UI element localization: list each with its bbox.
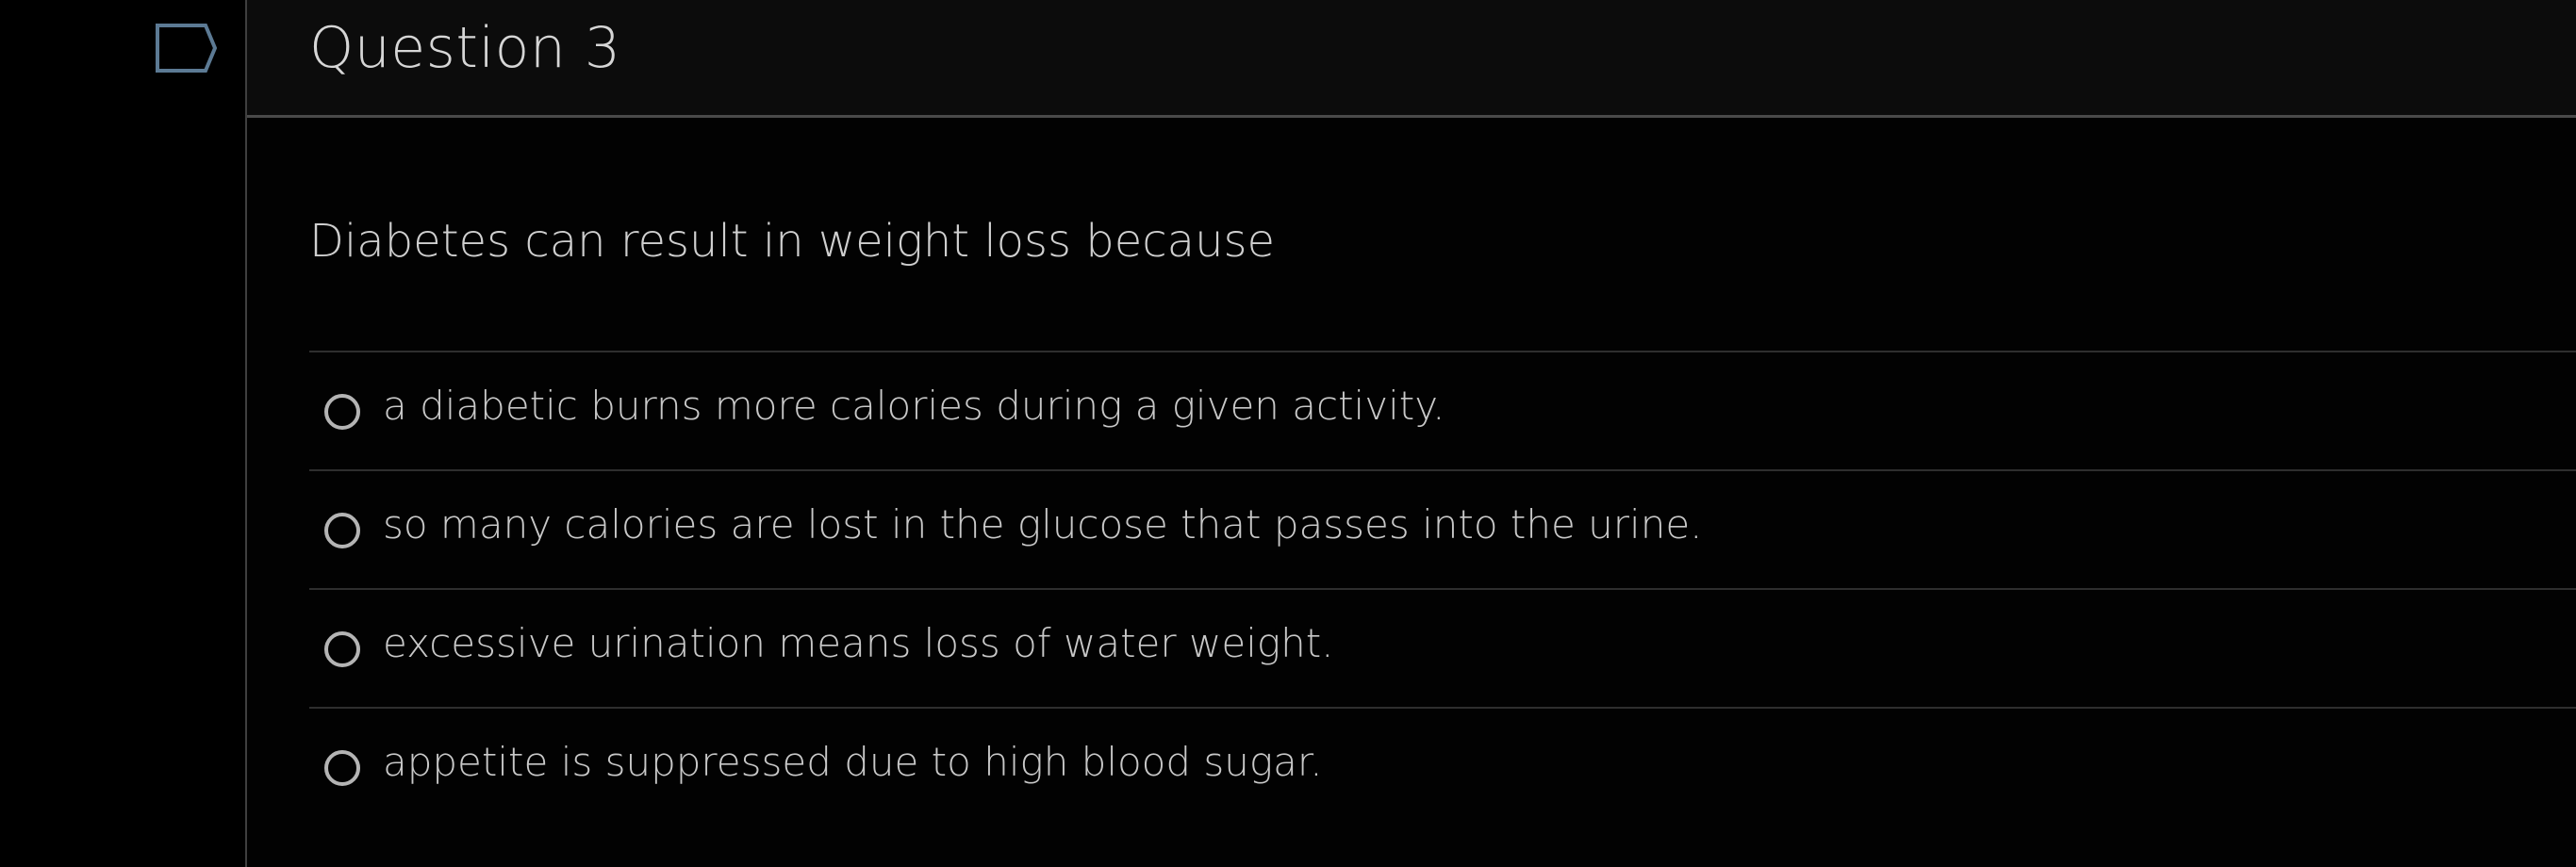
question-prompt: Diabetes can result in weight loss becau… xyxy=(309,215,1276,268)
radio-button[interactable] xyxy=(324,513,360,548)
left-gutter xyxy=(0,0,245,867)
question-title: Question 3 xyxy=(309,15,621,81)
answer-option-1[interactable]: a diabetic burns more calories during a … xyxy=(309,351,2576,469)
answer-option-2[interactable]: so many calories are lost in the glucose… xyxy=(309,469,2576,588)
answer-label: a diabetic burns more calories during a … xyxy=(383,383,1445,429)
answer-list: a diabetic burns more calories during a … xyxy=(309,351,2576,826)
question-header: Question 3 xyxy=(247,0,2576,118)
radio-button[interactable] xyxy=(324,750,360,786)
question-panel: Question 3 Diabetes can result in weight… xyxy=(245,0,2576,867)
answer-option-3[interactable]: excessive urination means loss of water … xyxy=(309,588,2576,707)
radio-button[interactable] xyxy=(324,631,360,667)
flag-outline-icon xyxy=(156,24,218,73)
answer-option-4[interactable]: appetite is suppressed due to high blood… xyxy=(309,707,2576,826)
radio-button[interactable] xyxy=(324,394,360,430)
flag-question-button[interactable] xyxy=(155,23,219,74)
answer-label: so many calories are lost in the glucose… xyxy=(383,501,1703,548)
answer-label: excessive urination means loss of water … xyxy=(383,620,1334,666)
answer-label: appetite is suppressed due to high blood… xyxy=(383,739,1323,785)
